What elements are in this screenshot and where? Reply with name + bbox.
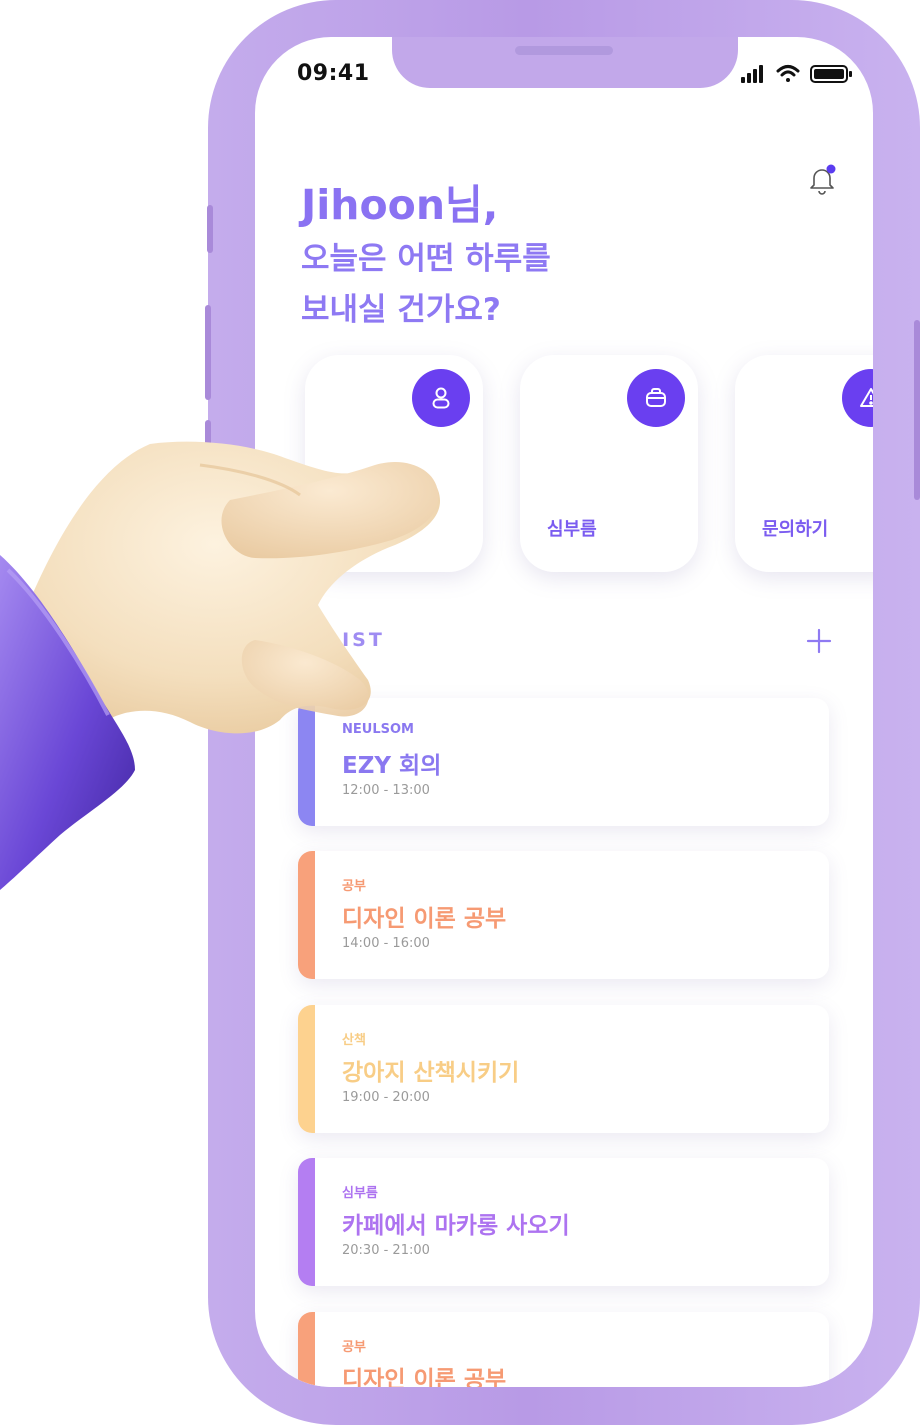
category-card-inquiry[interactable]: 문의하기 [735,355,873,572]
phone-power-button [914,320,920,500]
signal-icon [741,65,763,83]
bag-icon [627,369,685,427]
speaker-grille [515,46,613,55]
category-label: 문의하기 [762,519,829,540]
user-icon [412,369,470,427]
status-icons [741,65,852,83]
task-color-bar [298,1005,315,1133]
task-title: 강아지 산책시키기 [342,1060,520,1086]
category-card-errand[interactable]: 심부름 [520,355,698,572]
task-title: 디자인 이론 공부 [342,906,507,932]
task-tag: 심부름 [342,1186,378,1201]
task-card[interactable]: 산책 강아지 산책시키기 19:00 - 20:00 [298,1005,829,1133]
unread-dot [826,164,836,174]
task-color-bar [298,1312,315,1387]
task-title: 카페에서 마카롱 사오기 [342,1213,570,1239]
task-title: 디자인 이론 공부 [342,1367,507,1387]
add-task-plus-icon[interactable] [805,627,833,655]
task-tag: 산책 [342,1033,366,1048]
status-time: 09:41 [297,61,370,86]
task-card[interactable]: 심부름 카페에서 마카롱 사오기 20:30 - 21:00 [298,1158,829,1286]
phone-side-button [205,305,211,400]
task-time: 14:00 - 16:00 [342,936,430,951]
pointing-hand-illustration [0,441,441,890]
category-label: 심부름 [547,519,597,540]
wifi-icon [776,65,800,82]
greeting-line-3: 보내실 건가요? [301,292,501,328]
task-color-bar [298,1158,315,1286]
greeting-line-2: 오늘은 어떤 하루를 [301,241,551,277]
notification-bell-icon[interactable] [805,163,839,197]
task-time: 20:30 - 21:00 [342,1243,430,1258]
notch [392,37,738,88]
task-time: 19:00 - 20:00 [342,1090,430,1105]
greeting-name: Jihoon님, [301,181,499,229]
battery-icon [810,65,852,83]
warning-icon [842,369,873,427]
task-tag: 공부 [342,1340,366,1355]
phone-side-button [207,205,213,253]
task-card[interactable]: 공부 디자인 이론 공부 [298,1312,829,1387]
